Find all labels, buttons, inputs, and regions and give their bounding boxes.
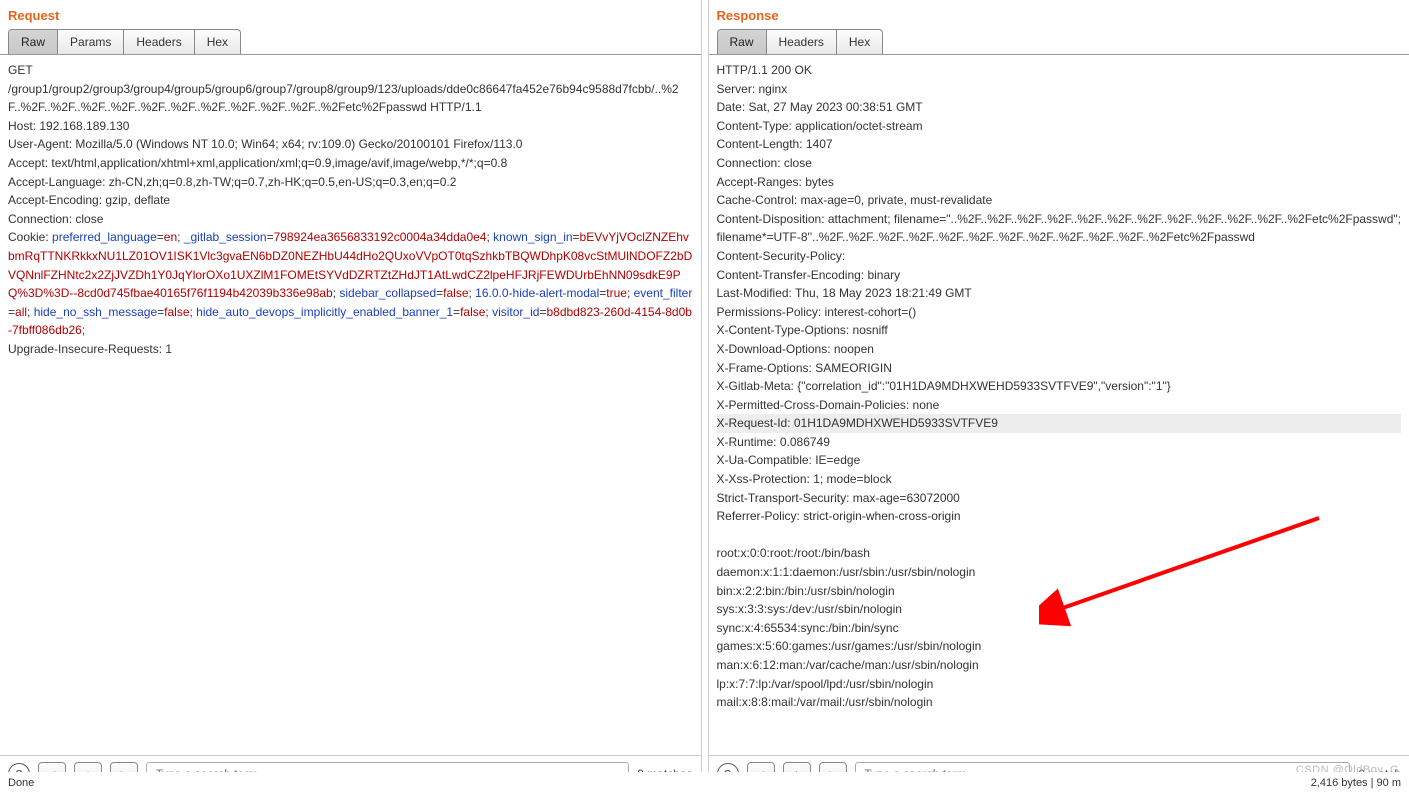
req-host: Host: 192.168.189.130: [8, 117, 693, 136]
request-content[interactable]: GET /group1/group2/group3/group4/group5/…: [0, 55, 701, 755]
cookie-value: false: [443, 286, 468, 300]
response-body-line: lp:x:7:7:lp:/var/spool/lpd:/usr/sbin/nol…: [717, 675, 1402, 694]
response-header-line: X-Download-Options: noopen: [717, 340, 1402, 359]
status-right: 2,416 bytes | 90 m: [1311, 777, 1401, 789]
response-header-line: Date: Sat, 27 May 2023 00:38:51 GMT: [717, 98, 1402, 117]
cookie-value: true: [606, 286, 627, 300]
req-upgrade: Upgrade-Insecure-Requests: 1: [8, 340, 693, 359]
response-header-line: X-Content-Type-Options: nosniff: [717, 321, 1402, 340]
request-title: Request: [0, 0, 701, 29]
tab-headers[interactable]: Headers: [124, 30, 194, 54]
cookie-key: hide_auto_devops_implicitly_enabled_bann…: [196, 305, 453, 319]
response-header-line: Accept-Ranges: bytes: [717, 173, 1402, 192]
request-tabs-row: RawParamsHeadersHex: [0, 29, 701, 55]
response-header-line: X-Request-Id: 01H1DA9MDHXWEHD5933SVTFVE9: [717, 414, 1402, 433]
req-cookie: Cookie: preferred_language=en; _gitlab_s…: [8, 228, 693, 340]
response-body-line: daemon:x:1:1:daemon:/usr/sbin:/usr/sbin/…: [717, 563, 1402, 582]
status-bar: Done 2,416 bytes | 90 m: [0, 772, 1409, 792]
response-header-line: Cache-Control: max-age=0, private, must-…: [717, 191, 1402, 210]
response-header-line: Referrer-Policy: strict-origin-when-cros…: [717, 507, 1402, 526]
cookie-value: all: [15, 305, 27, 319]
tab-hex[interactable]: Hex: [195, 30, 240, 54]
request-panel: Request RawParamsHeadersHex GET /group1/…: [0, 0, 701, 792]
response-header-line: X-Frame-Options: SAMEORIGIN: [717, 359, 1402, 378]
response-body-line: bin:x:2:2:bin:/bin:/usr/sbin/nologin: [717, 582, 1402, 601]
tab-headers[interactable]: Headers: [767, 30, 837, 54]
response-header-line: HTTP/1.1 200 OK: [717, 61, 1402, 80]
response-header-line: Content-Disposition: attachment; filenam…: [717, 210, 1402, 247]
cookie-key: visitor_id: [492, 305, 539, 319]
response-header-line: X-Ua-Compatible: IE=edge: [717, 451, 1402, 470]
response-header-line: X-Permitted-Cross-Domain-Policies: none: [717, 396, 1402, 415]
req-path: /group1/group2/group3/group4/group5/grou…: [8, 80, 693, 117]
status-left: Done: [8, 777, 34, 789]
response-header-line: X-Runtime: 0.086749: [717, 433, 1402, 452]
response-content[interactable]: HTTP/1.1 200 OKServer: nginxDate: Sat, 2…: [709, 55, 1409, 755]
req-accept: Accept: text/html,application/xhtml+xml,…: [8, 154, 693, 173]
cookie-value: false: [460, 305, 485, 319]
req-accept-lang: Accept-Language: zh-CN,zh;q=0.8,zh-TW;q=…: [8, 173, 693, 192]
cookie-key: preferred_language: [52, 230, 157, 244]
cookie-value: 798924ea3656833192c0004a34dda0e4: [274, 230, 487, 244]
cookie-key: known_sign_in: [493, 230, 572, 244]
req-accept-enc: Accept-Encoding: gzip, deflate: [8, 191, 693, 210]
req-method: GET: [8, 61, 693, 80]
response-header-line: Content-Type: application/octet-stream: [717, 117, 1402, 136]
cookie-value: false: [164, 305, 189, 319]
response-header-line: Permissions-Policy: interest-cohort=(): [717, 303, 1402, 322]
tab-raw[interactable]: Raw: [9, 30, 58, 54]
response-body-line: mail:x:8:8:mail:/var/mail:/usr/sbin/nolo…: [717, 693, 1402, 712]
panel-divider[interactable]: [701, 0, 709, 792]
tab-hex[interactable]: Hex: [837, 30, 882, 54]
cookie-key: sidebar_collapsed: [339, 286, 436, 300]
cookie-key: hide_no_ssh_message: [34, 305, 157, 319]
response-header-line: Content-Length: 1407: [717, 135, 1402, 154]
response-header-line: Connection: close: [717, 154, 1402, 173]
response-panel: Response RawHeadersHex HTTP/1.1 200 OKSe…: [709, 0, 1409, 792]
response-body-line: sync:x:4:65534:sync:/bin:/bin/sync: [717, 619, 1402, 638]
response-body-line: sys:x:3:3:sys:/dev:/usr/sbin/nologin: [717, 600, 1402, 619]
response-tabs-row: RawHeadersHex: [709, 29, 1409, 55]
cookie-value: en: [164, 230, 177, 244]
cookie-key: 16.0.0-hide-alert-modal: [475, 286, 599, 300]
response-header-line: X-Gitlab-Meta: {"correlation_id":"01H1DA…: [717, 377, 1402, 396]
response-header-line: Strict-Transport-Security: max-age=63072…: [717, 489, 1402, 508]
response-header-line: X-Xss-Protection: 1; mode=block: [717, 470, 1402, 489]
response-title: Response: [709, 0, 1409, 29]
response-header-line: Content-Security-Policy:: [717, 247, 1402, 266]
response-header-line: Last-Modified: Thu, 18 May 2023 18:21:49…: [717, 284, 1402, 303]
response-header-line: Content-Transfer-Encoding: binary: [717, 266, 1402, 285]
response-body-line: man:x:6:12:man:/var/cache/man:/usr/sbin/…: [717, 656, 1402, 675]
response-header-line: Server: nginx: [717, 80, 1402, 99]
cookie-key: event_filter: [634, 286, 693, 300]
tab-params[interactable]: Params: [58, 30, 124, 54]
req-ua: User-Agent: Mozilla/5.0 (Windows NT 10.0…: [8, 135, 693, 154]
response-body-line: root:x:0:0:root:/root:/bin/bash: [717, 544, 1402, 563]
req-connection: Connection: close: [8, 210, 693, 229]
cookie-key: _gitlab_session: [184, 230, 267, 244]
response-body-line: games:x:5:60:games:/usr/games:/usr/sbin/…: [717, 637, 1402, 656]
tab-raw[interactable]: Raw: [718, 30, 767, 54]
